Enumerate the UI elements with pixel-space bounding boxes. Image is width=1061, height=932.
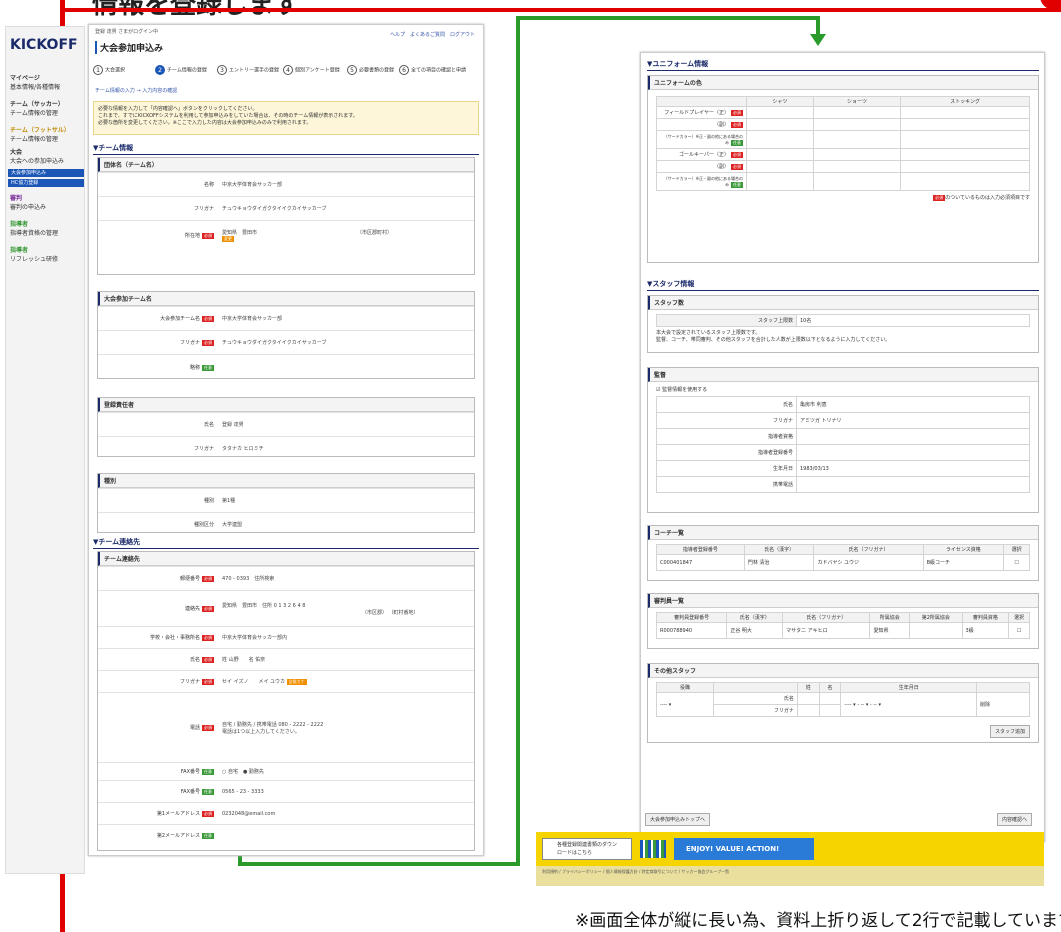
tournament-team-kana-input[interactable]: チュウキョウダイガクタイイクカイサッカーブ xyxy=(218,339,474,346)
manager-use-checkbox[interactable]: ☑ 監督情報を使用する xyxy=(656,386,1030,393)
connector-bottom xyxy=(238,862,518,866)
role-select[interactable]: ---- ▾ xyxy=(656,692,714,717)
team-info-heading: ▼チーム情報 xyxy=(93,143,479,155)
other-staff-box: その他スタッフ 役職姓名生年月日 ---- ▾ 氏名 ---- ▾ - -- ▾ -… xyxy=(647,663,1039,743)
header-links[interactable]: ヘルプ よくあるご質問 ログアウト xyxy=(390,31,475,38)
coach-list-box: コーチ一覧 指導者登録番号 氏名（漢字） 氏名（フリガナ） ライセンス資格 選択 C00… xyxy=(647,525,1039,581)
enjoy-banner[interactable]: ENJOY! VALUE! ACTION! xyxy=(674,838,814,860)
staff-heading: ▼スタッフ情報 xyxy=(647,279,1039,291)
coach-select-checkbox[interactable]: ☐ xyxy=(1003,554,1030,571)
referee-select-checkbox[interactable]: ☐ xyxy=(1008,622,1030,639)
manager-table: 氏名 亀房市 利恵 フリガナ アミツガ トリナリ 指導者資格 指導者登録番号 生年月… xyxy=(656,396,1030,493)
contact-heading: ▼チーム連絡先 xyxy=(93,537,479,549)
back-to-top-button[interactable]: 大会参加申込みトップへ xyxy=(645,813,711,826)
responsible-box: 登録責任者 氏名 登録 達男 フリガナ タタナカ ヒロミチ xyxy=(97,397,475,457)
sidebar-item-coach[interactable]: 指導者 指導者資格の管理 xyxy=(10,219,80,237)
sidebar-item-coach-refresh[interactable]: 指導者 リフレッシュ研修 xyxy=(10,245,80,263)
manager-box: 監督 ☑ 監督情報を使用する 氏名 亀房市 利恵 フリガナ アミツガ トリナリ 指導… xyxy=(647,367,1039,513)
add-staff-button[interactable]: スタッフ追加 xyxy=(989,725,1030,738)
red-frame-top xyxy=(60,8,1061,12)
category-box: 種別 種別 第1種 種別区分 大学連盟 xyxy=(97,473,475,533)
step-2: 2 チーム情報の登録 xyxy=(155,65,207,75)
fax-number-input[interactable]: 0565 - 23 - 3333 xyxy=(218,789,474,795)
right-page: ▼ユニフォーム情報 ユニフォームの色 シャツ ショーツ ストッキング フィールドプレ… xyxy=(640,52,1045,842)
table-row: R000788940 正谷 明大 マサタニ アキヒロ 愛知県 3級 ☐ xyxy=(655,622,1030,639)
required-legend: 必須 のついているものは入力必須項目です xyxy=(933,195,1030,201)
contact-box: チーム連絡先 郵便番号 必須 470 - 0393 住所検索 連絡先 必須 愛知県 豊田… xyxy=(97,551,475,851)
team-name-row: 名称 中京大学体育会サッカー部 xyxy=(98,172,474,196)
sidebar-item-referee[interactable]: 審判 審判の申込み xyxy=(10,193,80,211)
referee-list-box: 審判員一覧 審判員登録番号 氏名（漢字） 氏名（フリガナ） 所属協会 第2所属協会 審判員… xyxy=(647,593,1039,649)
left-page: 登録 達男 さまがログイン中 ヘルプ よくあるご質問 ログアウト 大会参加申込み… xyxy=(88,24,484,856)
step-indicator: 1 大会選択 2 チーム情報の登録 3 エントリー選手の登録 4 個別アンケート登録 5… xyxy=(93,65,479,85)
sidebar-item-team-futsal[interactable]: チーム（フットサル） チーム情報の管理 xyxy=(10,125,80,143)
uniform-color-table: シャツ ショーツ ストッキング フィールドプレイヤー（正） 必須 （副） 必須 （サード… xyxy=(656,96,1030,191)
fax-type-radio[interactable]: ○ 自宅 ● 勤務先 xyxy=(218,768,474,775)
sidebar-sub-entry[interactable]: 大会参加申込み xyxy=(8,169,84,177)
login-user: 登録 達男 さまがログイン中 xyxy=(95,29,159,35)
notice-box: 必要な情報を入力して「内容確認へ」ボタンをクリックしてください。 これまで、すでに… xyxy=(93,101,479,135)
tournament-team-box: 大会参加チーム名 大会参加チーム名 必須 中京大学体育会サッカー部 フリガナ 必須 チュ… xyxy=(97,291,475,379)
uniform-box: ユニフォームの色 シャツ ショーツ ストッキング フィールドプレイヤー（正） 必須 （… xyxy=(647,75,1039,263)
table-row: C000401847 門林 清治 カドバヤシ ユウジ B級コーチ ☐ xyxy=(656,554,1030,571)
uniform-heading: ▼ユニフォーム情報 xyxy=(647,59,1039,71)
contact-kana-input[interactable]: セイ イズノ メイ ユウカ 全角カナ xyxy=(218,678,474,685)
download-banner[interactable]: 各種登録関連書類のダウンロードはこちら ENJOY! VALUE! ACTION… xyxy=(536,832,1044,866)
referee-table: 審判員登録番号 氏名（漢字） 氏名（フリガナ） 所属協会 第2所属協会 審判員資格 選択 R… xyxy=(655,612,1030,639)
sidebar-sub-hc[interactable]: HC協力登録 xyxy=(8,179,84,187)
team-kana-row: フリガナ チュウキョウダイガクタイイクカイサッカーブ xyxy=(98,196,474,220)
tournament-team-name-input[interactable]: 中京大学体育会サッカー部 xyxy=(218,315,474,322)
email-1-input[interactable]: 0232048@email.com xyxy=(218,811,474,817)
team-address-row: 所在地 必須 愛知県 豊田市 （市区郡町村） 変更 xyxy=(98,220,474,250)
clear-row-button[interactable]: 削除 xyxy=(976,692,1030,717)
confirm-button[interactable]: 内容確認へ xyxy=(996,813,1032,826)
layout-note: ※画面全体が縦に長い為、資料上折り返して2行で記載しています。 xyxy=(575,911,1061,931)
contact-address-input[interactable]: 愛知県 豊田市 住所 0 1 3 2 6 4 8 （市区郡） （町村番地） xyxy=(218,602,474,616)
step-4: 4 個別アンケート登録 xyxy=(283,65,340,75)
phone-inputs[interactable]: 自宅 / 勤務先 / 携帯電話 080 - 2222 - 2222 電話は1つ以上… xyxy=(218,721,474,735)
connector-mid xyxy=(516,16,520,866)
sidebar-item-mypage[interactable]: マイページ 基本情報/各種情報 xyxy=(10,73,80,91)
page-title: 大会参加申込み xyxy=(95,41,163,54)
download-link[interactable]: 各種登録関連書類のダウンロードはこちら xyxy=(542,838,632,860)
connector-top xyxy=(516,16,820,20)
postal-code-input[interactable]: 470 - 0393 住所検索 xyxy=(218,575,474,582)
sidebar: KICKOFF マイページ 基本情報/各種情報 チーム（サッカー） チーム情報の管理… xyxy=(5,26,85,874)
breadcrumb: チーム情報の入力 → 入力内容の確認 xyxy=(95,88,178,94)
birthdate-select[interactable]: ---- ▾ - -- ▾ - -- ▾ xyxy=(840,692,978,717)
step-3: 3 エントリー選手の登録 xyxy=(217,65,279,75)
step-5: 5 必要書類の登録 xyxy=(347,65,394,75)
group-name-box: 団体名（チーム名） 名称 中京大学体育会サッカー部 フリガナ チュウキョウダイガクタ… xyxy=(97,157,475,275)
banner-stripes xyxy=(640,840,666,858)
kickoff-logo: KICKOFF xyxy=(10,37,78,53)
sidebar-item-team-soccer[interactable]: チーム（サッカー） チーム情報の管理 xyxy=(10,99,80,117)
contact-name-input[interactable]: 姓 山野 名 佑奈 xyxy=(218,656,474,663)
school-company-input[interactable]: 中京大学体育会サッカー部内 xyxy=(218,634,474,641)
step-1: 1 大会選択 xyxy=(93,65,125,75)
sidebar-item-tournament[interactable]: 大会 大会への参加申込み xyxy=(10,147,80,165)
other-staff-table: 役職姓名生年月日 ---- ▾ 氏名 ---- ▾ - -- ▾ - -- ▾ 削除 … xyxy=(656,682,1030,717)
footer-links[interactable]: 利用規約 / プライバシーポリシー / 個人情報保護方針 / 特定商取引について… xyxy=(536,866,1044,886)
coach-table: 指導者登録番号 氏名（漢字） 氏名（フリガナ） ライセンス資格 選択 C00040184… xyxy=(656,544,1030,571)
arrow-down-icon xyxy=(810,34,826,46)
staff-limit-value: 10名 xyxy=(796,314,1030,327)
staff-count-box: スタッフ数 スタッフ上限数 10名 本大会で設定されているスタッフ上限数です。 監督… xyxy=(647,295,1039,353)
step-6: 6 全ての項目の確認と申請 xyxy=(399,65,466,75)
